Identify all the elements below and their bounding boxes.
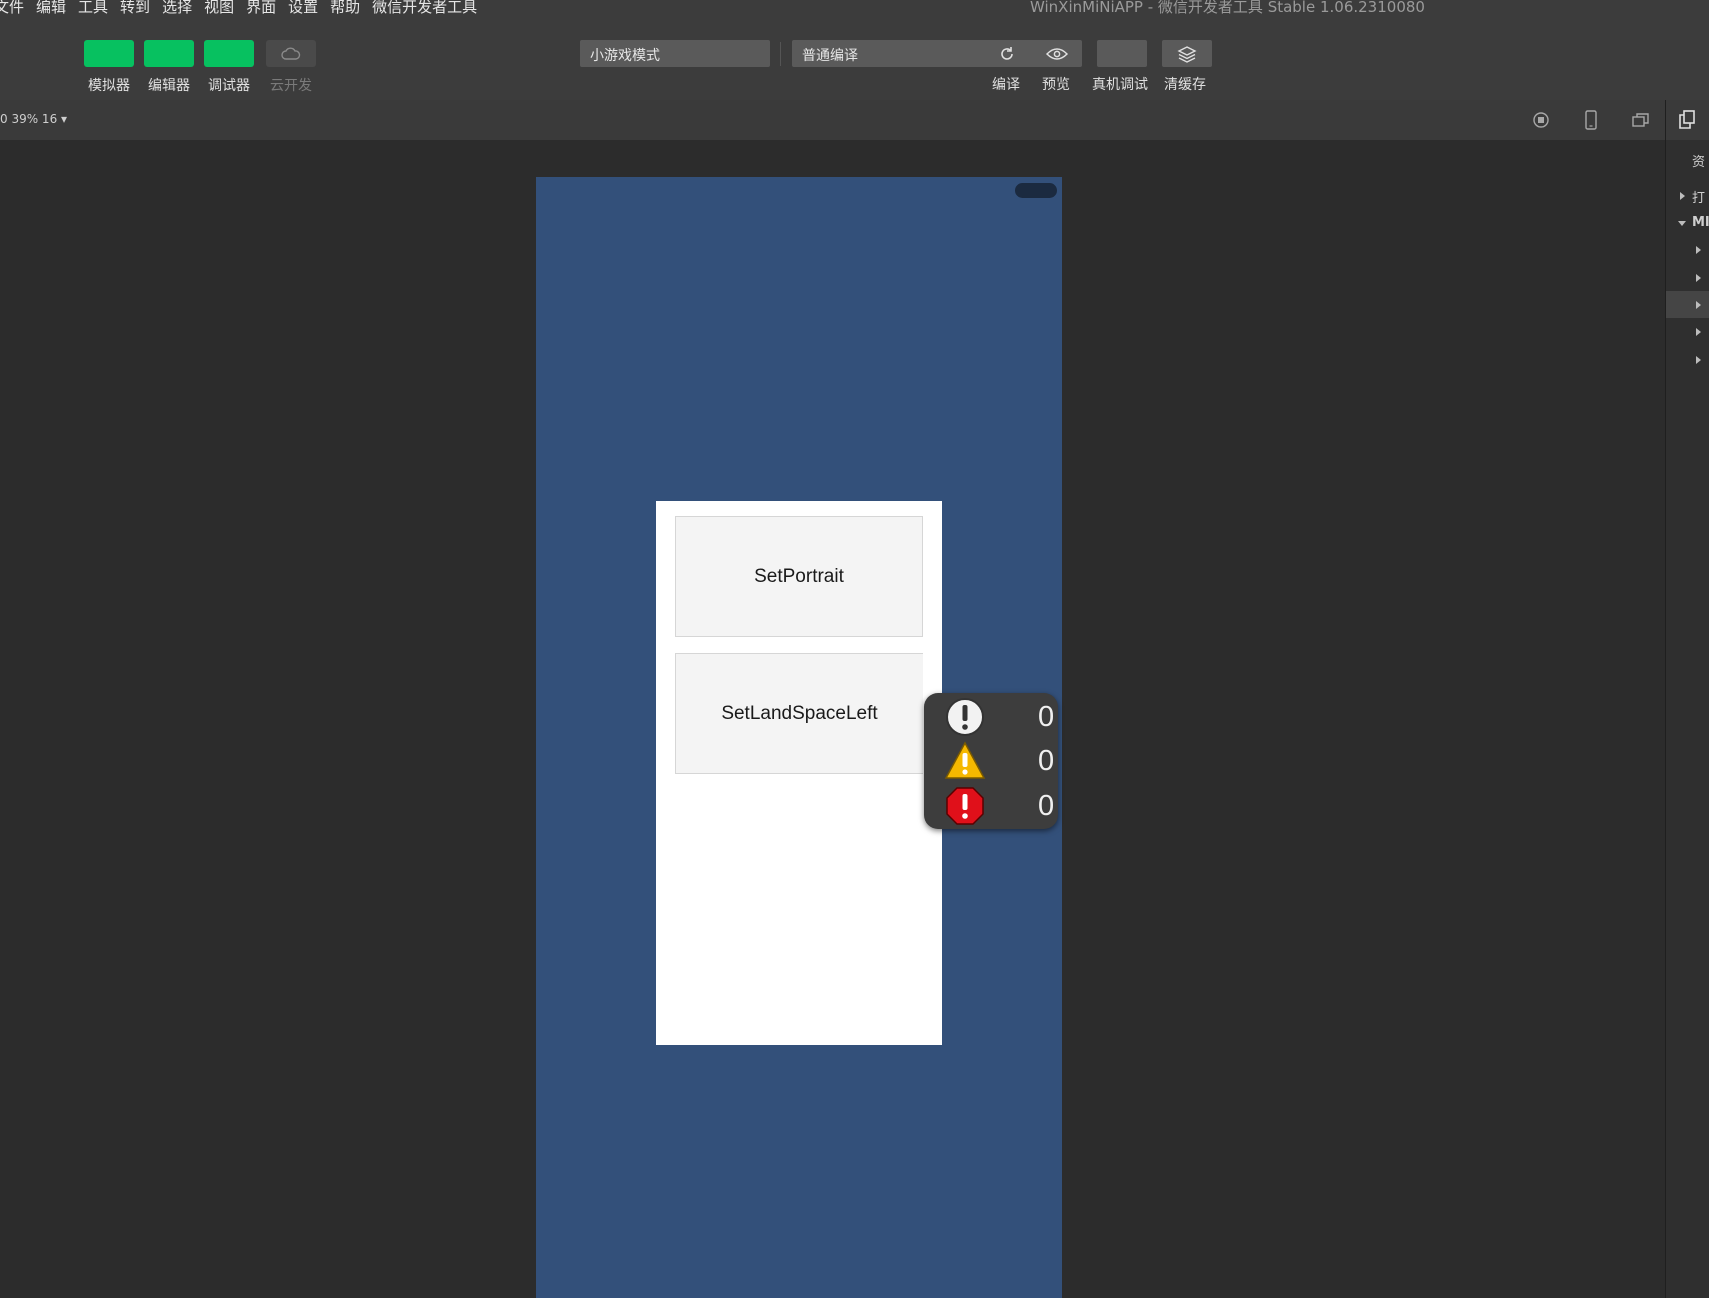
- device-zoom-select[interactable]: 0 39% 16 ▾: [0, 112, 67, 126]
- copy-files-icon[interactable]: [1678, 110, 1696, 130]
- explorer-panel: 资 打 MI: [1665, 100, 1709, 1298]
- editor-button[interactable]: [144, 40, 194, 67]
- tree-item-project-root[interactable]: MI: [1692, 215, 1709, 230]
- tree-collapse-icon[interactable]: [1678, 221, 1686, 226]
- toolbar: 模拟器 编辑器 调试器 云开发 小游戏模式 普通编译 编译 预览 真机调试 清缓…: [0, 18, 1709, 100]
- menu-settings[interactable]: 设置: [288, 0, 318, 18]
- tree-expand-icon[interactable]: [1696, 274, 1701, 282]
- menu-capsule[interactable]: [1015, 183, 1057, 198]
- warning-icon: [944, 741, 986, 779]
- real-device-debug-label: 真机调试: [1092, 77, 1148, 93]
- compile-mode-select[interactable]: 普通编译: [792, 40, 982, 67]
- clear-cache-button[interactable]: [1162, 40, 1212, 67]
- game-panel: SetPortrait SetLandSpaceLeft: [656, 501, 942, 1045]
- tree-expand-icon[interactable]: [1680, 192, 1685, 200]
- editor-label: 编辑器: [148, 78, 190, 94]
- tree-row-selected[interactable]: [1666, 291, 1709, 318]
- cloud-label: 云开发: [270, 78, 312, 94]
- explorer-header: [1666, 100, 1709, 140]
- toolbar-divider: [780, 42, 781, 66]
- simulator-label: 模拟器: [88, 78, 130, 94]
- tree-expand-icon[interactable]: [1696, 301, 1701, 309]
- simulator-button[interactable]: [84, 40, 134, 67]
- detach-window-button[interactable]: [1631, 110, 1651, 130]
- mode-select[interactable]: 小游戏模式: [580, 40, 770, 67]
- set-landspace-left-button[interactable]: SetLandSpaceLeft: [675, 653, 923, 774]
- preview-label: 预览: [1042, 77, 1070, 93]
- record-icon: [1533, 112, 1549, 128]
- debugger-toggle[interactable]: 调试器: [204, 40, 254, 95]
- tree-expand-icon[interactable]: [1696, 328, 1701, 336]
- menu-interface[interactable]: 界面: [246, 0, 276, 18]
- device-button[interactable]: [1581, 110, 1601, 130]
- menu-bar: 文件 编辑 工具 转到 选择 视图 界面 设置 帮助 微信开发者工具 WinXi…: [0, 0, 1709, 18]
- menu-edit[interactable]: 编辑: [36, 0, 66, 18]
- info-icon: [946, 698, 984, 736]
- layers-icon: [1177, 45, 1197, 63]
- log-warning-row: 0: [944, 741, 1054, 781]
- menu-file[interactable]: 文件: [0, 0, 24, 18]
- compile-label: 编译: [992, 77, 1020, 93]
- menu-help[interactable]: 帮助: [330, 0, 360, 18]
- log-info-row: 0: [944, 697, 1054, 737]
- explorer-tab-label[interactable]: 资: [1692, 151, 1705, 170]
- menu-items: 文件 编辑 工具 转到 选择 视图 界面 设置 帮助 微信开发者工具: [0, 0, 489, 18]
- menu-wechat-devtools[interactable]: 微信开发者工具: [372, 0, 477, 18]
- simulator-toggle[interactable]: 模拟器: [84, 40, 134, 95]
- error-count: 0: [1038, 789, 1055, 822]
- real-device-debug-button[interactable]: [1097, 40, 1147, 67]
- compile-button[interactable]: [982, 40, 1032, 67]
- refresh-icon: [1001, 46, 1013, 60]
- log-error-row: 0: [944, 786, 1054, 826]
- set-portrait-button[interactable]: SetPortrait: [675, 516, 923, 637]
- menu-tools[interactable]: 工具: [78, 0, 108, 18]
- info-count: 0: [1038, 700, 1055, 733]
- cloud-toggle[interactable]: 云开发: [266, 40, 316, 95]
- tree-expand-icon[interactable]: [1696, 246, 1701, 254]
- record-button[interactable]: [1531, 110, 1551, 130]
- tree-expand-icon[interactable]: [1696, 356, 1701, 364]
- simulator-toolbar: 0 39% 16 ▾: [0, 100, 1665, 140]
- log-console-overlay[interactable]: 0 0 0: [924, 693, 1058, 829]
- menu-select[interactable]: 选择: [162, 0, 192, 18]
- error-icon: [946, 787, 984, 825]
- windows-icon: [1632, 113, 1649, 127]
- clear-cache-label: 清缓存: [1164, 77, 1206, 93]
- debugger-button[interactable]: [204, 40, 254, 67]
- menu-goto[interactable]: 转到: [120, 0, 150, 18]
- warning-count: 0: [1038, 744, 1055, 777]
- menu-view[interactable]: 视图: [204, 0, 234, 18]
- phone-icon: [1585, 110, 1597, 130]
- preview-button[interactable]: [1032, 40, 1082, 67]
- cloud-icon: [281, 47, 301, 60]
- window-title: WinXinMiNiAPP - 微信开发者工具 Stable 1.06.2310…: [1030, 0, 1425, 16]
- editor-toggle[interactable]: 编辑器: [144, 40, 194, 95]
- tree-item-open-editors[interactable]: 打: [1692, 187, 1705, 206]
- cloud-button[interactable]: [266, 40, 316, 67]
- debugger-label: 调试器: [208, 78, 250, 94]
- eye-icon: [1046, 47, 1068, 60]
